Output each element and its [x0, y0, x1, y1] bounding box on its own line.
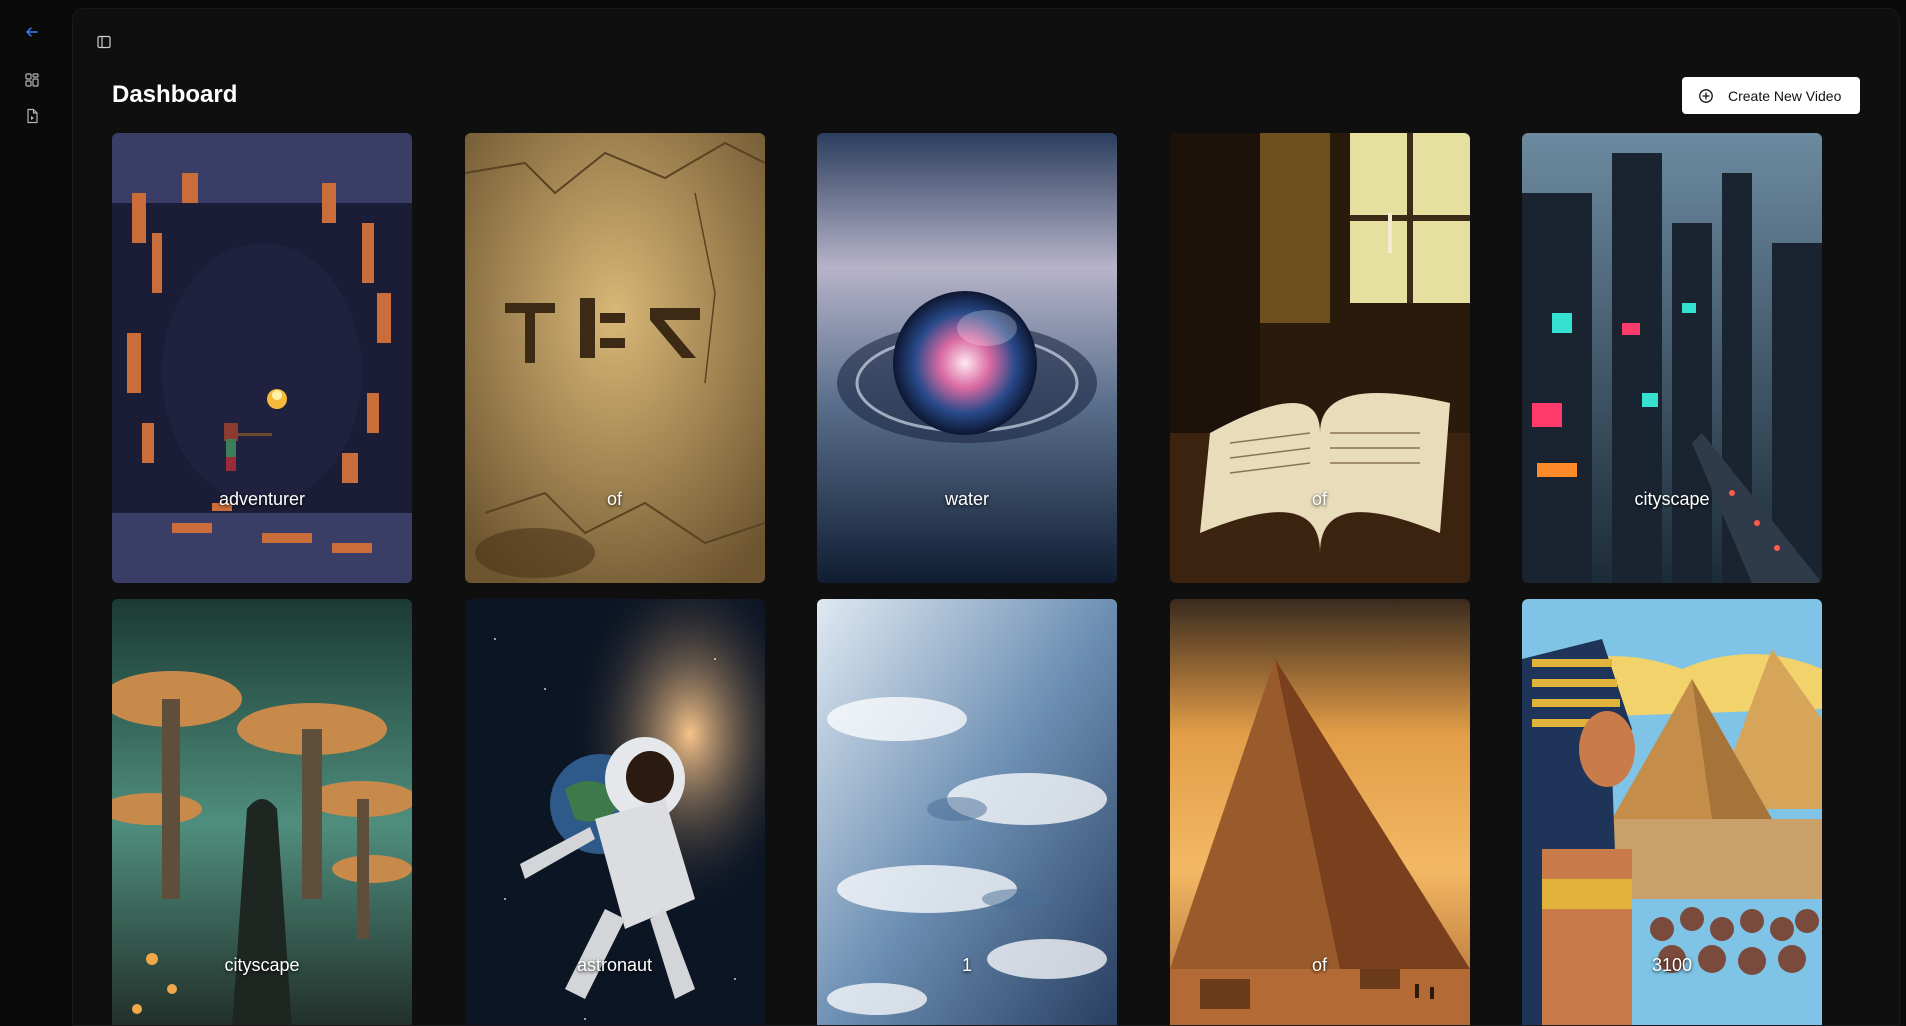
card-label: of: [606, 489, 622, 509]
card-label: astronaut: [576, 955, 653, 975]
create-new-video-label: Create New Video: [1728, 87, 1842, 104]
video-card[interactable]: adventurer: [112, 133, 412, 583]
dashboard-icon: [25, 73, 39, 87]
card-label: of: [1311, 489, 1327, 509]
video-card[interactable]: 1: [817, 599, 1117, 1025]
video-card[interactable]: 3100: [1522, 599, 1822, 1025]
video-card[interactable]: cityscape: [1522, 133, 1822, 583]
video-grid: adventurer of water of cityscape citysca…: [112, 133, 1822, 1025]
card-label: 1: [961, 955, 972, 975]
sidebar-icon: [97, 35, 111, 49]
back-button[interactable]: [20, 20, 44, 44]
video-card[interactable]: cityscape: [112, 599, 412, 1025]
card-thumbnail: [464, 133, 765, 583]
card-label: adventurer: [218, 489, 306, 509]
nav-rail: [0, 0, 64, 1018]
main-panel: Dashboard Create New Video adventurer of…: [72, 8, 1900, 1026]
card-thumbnail: [817, 133, 1117, 583]
card-thumbnail: [1169, 133, 1470, 583]
create-new-video-button[interactable]: Create New Video: [1682, 77, 1860, 114]
arrow-left-icon: [26, 27, 38, 37]
page-title: Dashboard: [112, 81, 238, 108]
video-card[interactable]: of: [464, 133, 765, 583]
card-thumbnail: [112, 133, 412, 583]
video-card[interactable]: of: [1169, 133, 1470, 583]
plus-circle-icon: [1699, 88, 1713, 103]
video-card[interactable]: of: [1169, 599, 1470, 1025]
video-card[interactable]: astronaut: [464, 599, 765, 1025]
card-thumbnail: [1522, 133, 1822, 583]
card-label: of: [1311, 955, 1327, 975]
sidebar-toggle-button[interactable]: [91, 29, 117, 55]
card-label: cityscape: [224, 955, 300, 975]
file-video-icon: [27, 108, 38, 124]
video-card[interactable]: water: [817, 133, 1117, 583]
nav-dashboard-button[interactable]: [20, 68, 44, 92]
nav-videos-button[interactable]: [20, 104, 44, 128]
card-label: water: [944, 489, 989, 509]
card-label: cityscape: [1634, 489, 1710, 509]
card-label: 3100: [1651, 955, 1693, 975]
